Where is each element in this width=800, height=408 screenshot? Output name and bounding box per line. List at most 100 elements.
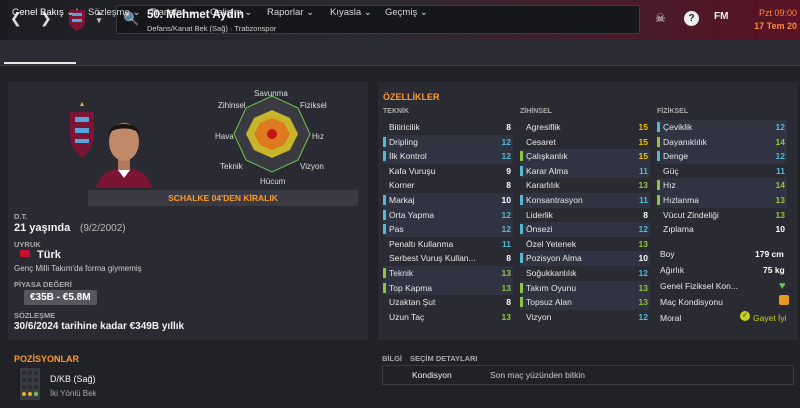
- attribute-row[interactable]: Karar Alma 11: [520, 163, 650, 179]
- attribute-name: Penaltı Kullanma: [389, 238, 454, 249]
- attribute-name: Soğukkanlılık: [526, 267, 577, 278]
- pitch-position-icon: [20, 368, 40, 400]
- nationality-label: UYRUK: [14, 240, 41, 249]
- attribute-name: Kafa Vuruşu: [389, 165, 436, 176]
- attribute-row[interactable]: Hızlanma 13: [657, 192, 787, 208]
- attribute-value: 13: [638, 180, 648, 191]
- attribute-row[interactable]: Pas 12: [383, 222, 513, 237]
- technical-header: TEKNİK: [383, 108, 410, 115]
- active-tab-underline: [4, 62, 76, 64]
- key-attribute-marker: [383, 136, 386, 147]
- attribute-row[interactable]: Denge 12: [657, 149, 787, 164]
- radar-label-hiz: Hız: [312, 132, 324, 141]
- key-attribute-marker: [383, 267, 386, 278]
- nationality-value[interactable]: Türk: [37, 249, 61, 261]
- condition-text: Son maç yüzünden bitkin: [490, 370, 585, 380]
- attribute-row[interactable]: Zıplama 10: [657, 222, 787, 237]
- attribute-value: 11: [502, 238, 511, 249]
- attribute-value: 12: [501, 224, 511, 235]
- attribute-row[interactable]: Penaltı Kullanma 11: [383, 237, 513, 252]
- attribute-value: 8: [506, 253, 511, 264]
- dt-label: D.T.: [14, 212, 28, 221]
- tab-kiyasla[interactable]: Kıyasla ⌄: [330, 7, 372, 18]
- attribute-value: 8: [506, 297, 511, 308]
- attribute-row[interactable]: Topsuz Alan 13: [520, 295, 650, 310]
- attribute-row[interactable]: Çalışkanlık 15: [520, 149, 650, 164]
- radar-label-fiziksel: Fiziksel: [300, 101, 327, 110]
- tab-gelisim[interactable]: Gelişim ⌄: [210, 7, 252, 18]
- attribute-value: 11: [776, 165, 785, 176]
- attribute-row[interactable]: Soğukkanlılık 12: [520, 266, 650, 281]
- attribute-name: Güç: [663, 165, 679, 176]
- help-icon[interactable]: ?: [684, 11, 699, 26]
- attribute-name: Önsezi: [526, 224, 553, 235]
- tab-sozlesme[interactable]: Sözleşme ⌄: [88, 7, 140, 18]
- technical-column: TEKNİK Bitiricilik 8 Dripling 12 İlk Kontrol…: [383, 108, 513, 324]
- attribute-row[interactable]: Korner 8: [383, 178, 513, 193]
- attribute-value: 12: [501, 209, 511, 220]
- attribute-row[interactable]: Top Kapma 13: [383, 280, 513, 296]
- attribute-row[interactable]: Dayanıklılık 14: [657, 134, 787, 150]
- tab-gecmis[interactable]: Geçmiş ⌄: [385, 7, 428, 18]
- attribute-value: 12: [775, 151, 785, 162]
- attribute-value: 10: [638, 253, 648, 264]
- attribute-row[interactable]: Kafa Vuruşu 9: [383, 164, 513, 179]
- skull-icon[interactable]: ☠: [655, 11, 666, 25]
- attribute-row[interactable]: Kararlılık 13: [520, 178, 650, 193]
- game-date[interactable]: Pzt 09:00 17 Tem 20: [745, 8, 797, 31]
- attribute-value: 10: [501, 194, 511, 205]
- key-attribute-marker: [383, 151, 386, 162]
- market-value-label: PİYASA DEĞERİ: [14, 280, 72, 289]
- attribute-value: 15: [638, 151, 648, 162]
- attribute-value: 12: [638, 267, 648, 278]
- attribute-row[interactable]: İlk Kontrol 12: [383, 149, 513, 164]
- attribute-value: 12: [775, 122, 785, 132]
- attribute-name: Teknik: [389, 267, 414, 278]
- attribute-row[interactable]: Orta Yapma 12: [383, 207, 513, 223]
- attribute-name: Kararlılık: [526, 180, 560, 191]
- attribute-row[interactable]: Takım Oyunu 13: [520, 280, 650, 296]
- radar-label-hucum: Hücum: [260, 177, 286, 186]
- tab-raporlar[interactable]: Raporlar ⌄: [267, 7, 314, 18]
- attribute-row[interactable]: Güç 11: [657, 164, 787, 179]
- attribute-row[interactable]: Teknik 13: [383, 265, 513, 281]
- attribute-name: Korner: [389, 180, 415, 191]
- attribute-row[interactable]: Önsezi 12: [520, 222, 650, 237]
- attribute-row[interactable]: Serbest Vuruş Kullan... 8: [383, 251, 513, 266]
- attribute-row[interactable]: Çeviklik 12: [657, 120, 787, 135]
- key-attribute-marker: [520, 151, 523, 162]
- nav-bar: [0, 40, 800, 66]
- morale-icon: ✓: [740, 311, 750, 321]
- attribute-row[interactable]: Bitiricilik 8: [383, 120, 513, 135]
- player-portrait: [96, 123, 152, 188]
- player-dob: (9/2/2002): [80, 223, 126, 234]
- attribute-row[interactable]: Markaj 10: [383, 192, 513, 208]
- attribute-value: 11: [639, 165, 648, 176]
- key-attribute-marker: [520, 297, 523, 308]
- radar-label-teknik: Teknik: [220, 162, 243, 171]
- condition-status-icon: [779, 295, 789, 305]
- market-value-pill[interactable]: €35B - €5.8M: [24, 290, 97, 305]
- attribute-row[interactable]: Agresiflik 15: [520, 120, 650, 135]
- tab-genel-bakis[interactable]: Genel Bakış ⌄: [12, 7, 74, 18]
- tab-transfer[interactable]: Transfer ⌄: [150, 7, 196, 18]
- attribute-row[interactable]: Pozisyon Alma 10: [520, 251, 650, 266]
- fm-logo[interactable]: FM: [714, 11, 728, 22]
- attribute-row[interactable]: Uzaktan Şut 8: [383, 295, 513, 310]
- attribute-value: 13: [638, 282, 648, 293]
- attribute-row[interactable]: Konsantrasyon 11: [520, 192, 650, 208]
- attribute-value: 12: [501, 151, 511, 162]
- attribute-row[interactable]: Hız 14: [657, 178, 787, 193]
- attribute-row[interactable]: Uzun Taç 13: [383, 310, 513, 325]
- attribute-row[interactable]: Özel Yetenek 13: [520, 237, 650, 252]
- attribute-row[interactable]: Dripling 12: [383, 134, 513, 150]
- attribute-value: 13: [775, 209, 785, 220]
- key-attribute-marker: [383, 224, 386, 235]
- attribute-row[interactable]: Vücut Zindeliği 13: [657, 208, 787, 223]
- weight-label: Ağırlık: [660, 265, 685, 275]
- attribute-name: Pozisyon Alma: [526, 253, 582, 264]
- attribute-row[interactable]: Vizyon 12: [520, 310, 650, 325]
- attribute-row[interactable]: Liderlik 8: [520, 208, 650, 223]
- attribute-name: Zıplama: [663, 224, 694, 235]
- attribute-row[interactable]: Cesaret 15: [520, 135, 650, 150]
